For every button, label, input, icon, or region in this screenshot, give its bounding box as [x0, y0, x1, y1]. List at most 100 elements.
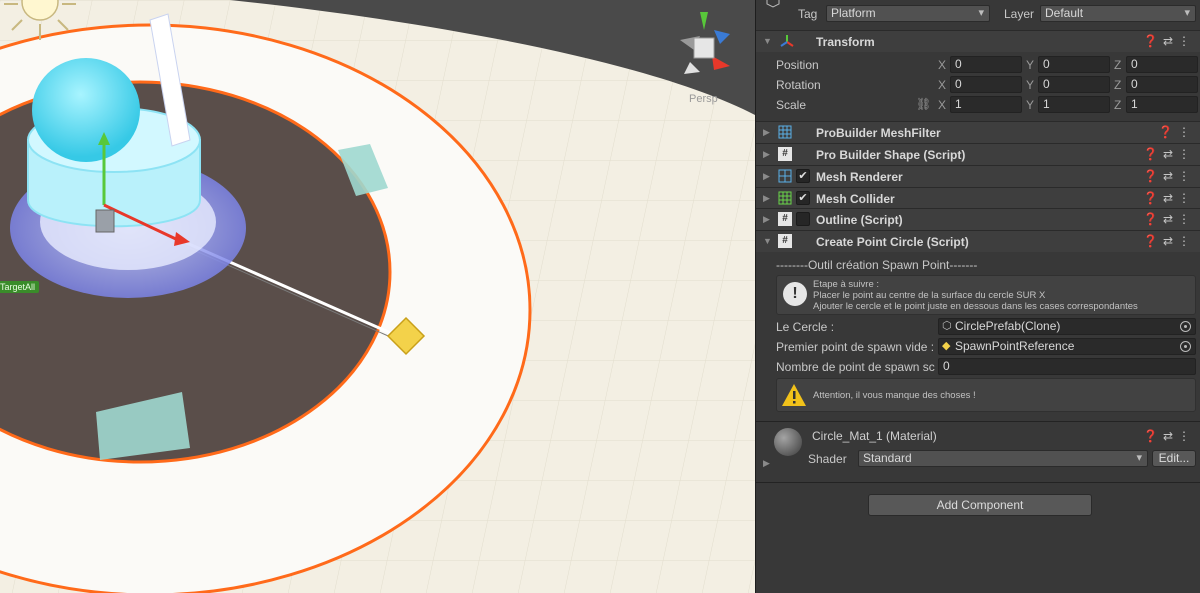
mesh-renderer-icon	[778, 169, 792, 183]
gizmo-center[interactable]	[95, 209, 115, 233]
help-line: Placer le point au centre de la surface …	[813, 290, 1046, 301]
object-picker-icon[interactable]	[1180, 321, 1191, 332]
layer-dropdown[interactable]: Default	[1040, 5, 1196, 22]
warning-box: Attention, il vous manque des choses !	[776, 378, 1196, 412]
script-icon: #	[778, 147, 792, 161]
position-label: Position	[776, 58, 819, 72]
add-component-button[interactable]: Add Component	[868, 494, 1092, 516]
circle-object-field[interactable]: ⬡ CirclePrefab(Clone)	[938, 318, 1196, 335]
help-box: ! Etape à suivre : Placer le point au ce…	[776, 275, 1196, 315]
component-menu-icons[interactable]: ❓⋮	[1158, 125, 1195, 139]
component-title: Outline (Script)	[816, 213, 903, 227]
scene-canvas[interactable]	[0, 0, 755, 593]
spawn-value: SpawnPointReference	[955, 339, 1075, 353]
position-row: Position X 0 Y 0 Z 0	[756, 55, 1200, 75]
transform-title: Transform	[816, 35, 875, 49]
enabled-checkbox[interactable]: ✔	[796, 191, 810, 205]
axis-y-label: Y	[1026, 58, 1035, 72]
object-picker-icon[interactable]	[1180, 341, 1191, 352]
tag-label: Tag	[798, 7, 818, 21]
meshfilter-icon	[778, 125, 792, 139]
component-menu-icons[interactable]: ❓⇄⋮	[1143, 169, 1195, 183]
component-outline[interactable]: ▶ # Outline (Script) ❓⇄⋮	[756, 208, 1200, 230]
material-section[interactable]: ▶ Circle_Mat_1 (Material) ❓⇄⋮ Shader Sta…	[756, 424, 1200, 474]
component-mesh-renderer[interactable]: ▶ ✔ Mesh Renderer ❓⇄⋮	[756, 165, 1200, 187]
rotation-row: Rotation X 0 Y 0 Z 0	[756, 75, 1200, 95]
foldout-arrow-icon[interactable]: ▶	[763, 458, 770, 469]
component-mesh-collider[interactable]: ▶ ✔ Mesh Collider ❓⇄⋮	[756, 187, 1200, 209]
axis-z-label: Z	[1114, 98, 1122, 112]
component-title: Pro Builder Shape (Script)	[816, 148, 966, 162]
constrain-proportions-icon[interactable]: ⛓	[916, 97, 931, 111]
edit-shader-button[interactable]: Edit...	[1152, 450, 1196, 467]
component-probuilder-shape[interactable]: ▶ # Pro Builder Shape (Script) ❓⇄⋮	[756, 143, 1200, 165]
help-line: Etape à suivre :	[813, 279, 880, 290]
scale-x-field[interactable]: 1	[950, 96, 1022, 113]
component-title: ProBuilder MeshFilter	[816, 126, 941, 140]
foldout-arrow-icon[interactable]: ▶	[763, 214, 770, 225]
count-label: Nombre de point de spawn sc	[776, 360, 935, 374]
shader-label: Shader	[808, 452, 847, 466]
axis-x-label: X	[938, 78, 947, 92]
rotation-z-field[interactable]: 0	[1126, 76, 1198, 93]
position-x-field[interactable]: 0	[950, 56, 1022, 73]
scale-y-field[interactable]: 1	[1038, 96, 1110, 113]
position-y-field[interactable]: 0	[1038, 56, 1110, 73]
foldout-arrow-icon[interactable]: ▼	[763, 236, 772, 246]
object-icon	[766, 0, 780, 8]
warning-text: Attention, il vous manque des choses !	[813, 390, 976, 401]
rotation-x-field[interactable]: 0	[950, 76, 1022, 93]
component-title: Mesh Renderer	[816, 170, 903, 184]
axis-z-label: Z	[1114, 78, 1122, 92]
foldout-arrow-icon[interactable]: ▶	[763, 149, 770, 160]
section-title: --------Outil création Spawn Point------…	[776, 258, 978, 272]
component-create-point-circle[interactable]: ▼ # Create Point Circle (Script) ❓⇄⋮	[756, 230, 1200, 252]
axis-x-label: X	[938, 58, 947, 72]
shader-dropdown[interactable]: Standard	[858, 450, 1148, 467]
enabled-checkbox[interactable]: ✔	[796, 169, 810, 183]
help-line: Ajouter le cercle et le point juste en d…	[813, 301, 1138, 312]
scale-row: Scale ⛓ X 1 Y 1 Z 1	[756, 95, 1200, 115]
material-title: Circle_Mat_1 (Material)	[812, 429, 937, 443]
foldout-arrow-icon[interactable]: ▼	[763, 36, 772, 46]
persp-label[interactable]: Persp	[689, 93, 718, 105]
position-z-field[interactable]: 0	[1126, 56, 1198, 73]
circle-value: CirclePrefab(Clone)	[955, 319, 1061, 333]
transform-header[interactable]: ▼ Transform ❓⇄⋮	[756, 30, 1200, 52]
scale-z-field[interactable]: 1	[1126, 96, 1198, 113]
component-title: Create Point Circle (Script)	[816, 235, 969, 249]
spawn-object-field[interactable]: ◆ SpawnPointReference	[938, 338, 1196, 355]
platform-dome	[32, 58, 140, 162]
scene-view[interactable]: Persp TargetAll	[0, 0, 755, 593]
rotation-y-field[interactable]: 0	[1038, 76, 1110, 93]
script-icon: #	[778, 212, 792, 226]
layer-label: Layer	[1004, 7, 1035, 21]
gameobject-icon: ◆	[942, 340, 951, 352]
tag-layer-row: Tag Platform Layer Default	[756, 0, 1200, 28]
axis-z-label: Z	[1114, 58, 1122, 72]
script-icon: #	[778, 234, 792, 248]
component-menu-icons[interactable]: ❓⇄⋮	[1143, 212, 1195, 226]
foldout-arrow-icon[interactable]: ▶	[763, 127, 770, 138]
foldout-arrow-icon[interactable]: ▶	[763, 171, 770, 182]
component-probuilder-meshfilter[interactable]: ▶ ProBuilder MeshFilter ❓⋮	[756, 121, 1200, 143]
component-title: Mesh Collider	[816, 192, 895, 206]
rotation-label: Rotation	[776, 78, 821, 92]
tag-dropdown[interactable]: Platform	[826, 5, 990, 22]
circle-label: Le Cercle :	[776, 320, 835, 334]
mesh-collider-icon	[778, 191, 792, 205]
axis-x-label: X	[938, 98, 947, 112]
transform-icon	[780, 34, 794, 48]
foldout-arrow-icon[interactable]: ▶	[763, 193, 770, 204]
enabled-checkbox[interactable]	[796, 212, 810, 226]
component-menu-icons[interactable]: ❓⇄⋮	[1143, 234, 1195, 248]
count-field[interactable]: 0	[938, 358, 1196, 375]
warning-icon	[782, 384, 806, 406]
component-menu-icons[interactable]: ❓⇄⋮	[1143, 34, 1195, 48]
material-preview-icon	[774, 428, 802, 456]
component-menu-icons[interactable]: ❓⇄⋮	[1143, 429, 1195, 443]
component-menu-icons[interactable]: ❓⇄⋮	[1143, 191, 1195, 205]
inspector-panel: Tag Platform Layer Default ▼ Transform ❓…	[755, 0, 1200, 593]
component-menu-icons[interactable]: ❓⇄⋮	[1143, 147, 1195, 161]
axis-y-label: Y	[1026, 78, 1035, 92]
